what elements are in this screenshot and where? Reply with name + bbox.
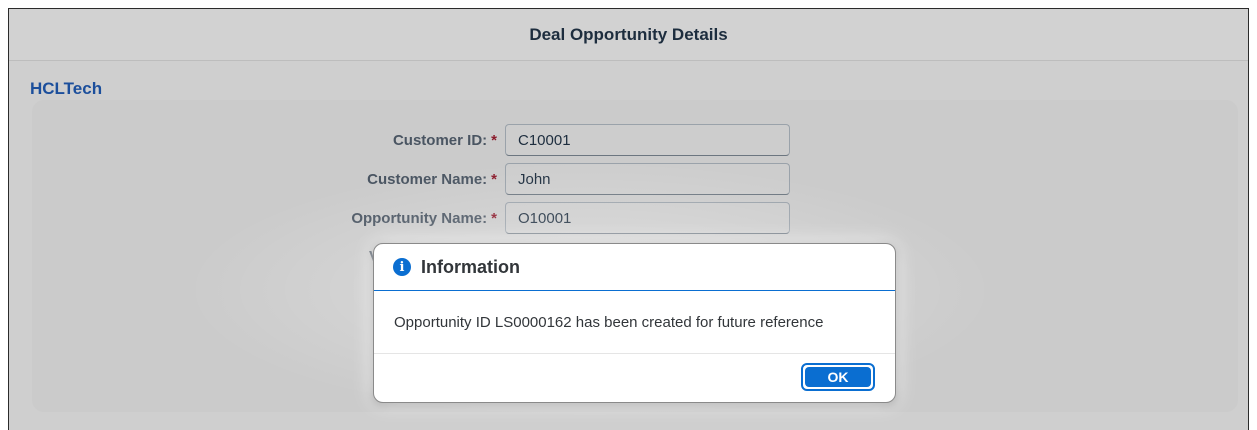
customer-name-label: Customer Name: * [367, 171, 497, 188]
ok-button[interactable]: OK [801, 363, 875, 391]
customer-name-input[interactable]: John [505, 163, 790, 195]
dialog-title: Information [421, 256, 520, 277]
page-title: Deal Opportunity Details [9, 9, 1248, 61]
information-dialog: i Information Opportunity ID LS0000162 h… [373, 243, 896, 403]
opportunity-name-label: Opportunity Name: * [351, 210, 497, 227]
dialog-header: i Information [374, 244, 895, 291]
dialog-footer: OK [374, 354, 895, 402]
ok-button-label: OK [805, 367, 871, 387]
dialog-message: Opportunity ID LS0000162 has been create… [374, 291, 895, 354]
required-marker: * [491, 171, 497, 188]
required-marker: * [491, 210, 497, 227]
required-marker: * [491, 132, 497, 149]
customer-id-label: Customer ID: * [392, 132, 497, 149]
info-icon: i [393, 258, 411, 276]
brand-logo-text: HCLTech [30, 79, 103, 98]
opportunity-name-input[interactable]: O10001 [505, 202, 790, 234]
customer-id-input[interactable]: C10001 [505, 124, 790, 156]
